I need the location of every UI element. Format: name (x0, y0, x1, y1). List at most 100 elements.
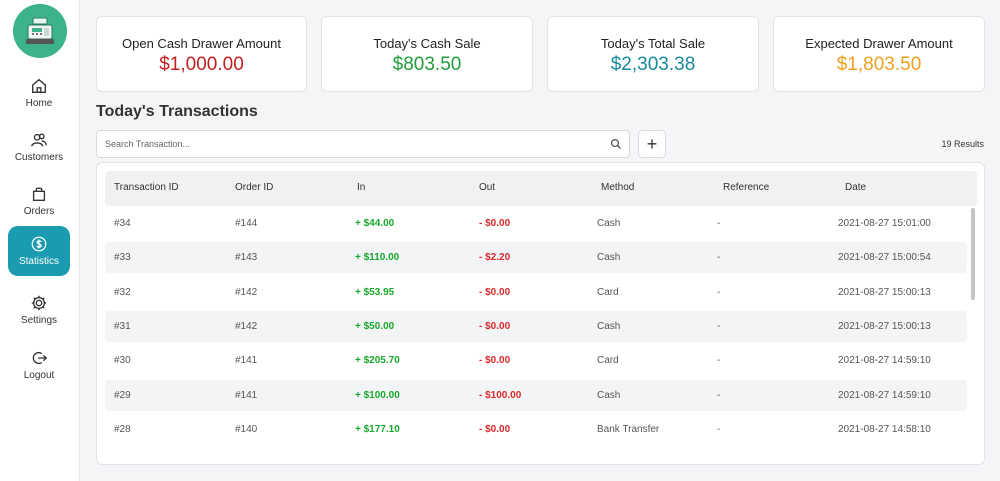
table-row[interactable]: #28 #140 + $177.10 - $0.00 Bank Transfer - 202… (105, 414, 967, 445)
cell-date: 2021-08-27 14:58:10 (838, 423, 931, 435)
cell-transaction-id: #33 (114, 252, 131, 264)
cell-reference: - (717, 423, 721, 435)
card-value: $1,000.00 (159, 54, 244, 75)
cell-method: Bank Transfer (597, 423, 660, 435)
cell-transaction-id: #34 (114, 218, 131, 229)
nav-customers[interactable]: Customers (8, 122, 70, 172)
nav-statistics-label: Statistics (18, 256, 59, 267)
column-header[interactable]: Reference (723, 182, 769, 193)
cell-transaction-id: #28 (114, 423, 131, 435)
cell-order-id: #141 (235, 389, 258, 401)
cell-method: Card (597, 355, 619, 367)
column-header[interactable]: Transaction ID (114, 182, 179, 193)
cell-reference: - (717, 320, 721, 332)
card-value: $1,803.50 (836, 54, 922, 75)
cell-method: Cash (597, 218, 621, 229)
table-row[interactable]: #30 #141 + $205.70 - $0.00 Card - 2021-08-27 1… (105, 345, 967, 376)
cell-out: - $0.00 (479, 423, 511, 435)
sidebar: Home Customers Orders Statistics Setting… (0, 0, 80, 481)
cell-method: Cash (597, 252, 621, 264)
cell-date: 2021-08-27 14:59:10 (838, 389, 931, 401)
cell-date: 2021-08-27 15:00:13 (838, 286, 931, 298)
cell-date: 2021-08-27 14:59:10 (838, 355, 931, 367)
logout-icon (32, 351, 48, 365)
cell-order-id: #141 (235, 355, 258, 367)
cell-in: + $50.00 (355, 320, 395, 332)
page-title: Today's Transactions (96, 103, 258, 120)
nav-home[interactable]: Home (8, 68, 70, 118)
cell-out: - $0.00 (479, 286, 511, 298)
cell-in: + $53.95 (355, 286, 395, 298)
search-placeholder: Search Transaction... (105, 139, 191, 149)
card-value: $803.50 (392, 54, 462, 75)
table-row[interactable]: #29 #141 + $100.00 - $100.00 Cash - 2021-08-27… (105, 379, 967, 411)
cell-reference: - (717, 252, 721, 264)
cell-reference: - (717, 389, 721, 401)
nav-settings[interactable]: Settings (8, 285, 70, 335)
cell-reference: - (717, 355, 721, 367)
nav-statistics[interactable]: Statistics (8, 226, 70, 276)
users-icon (31, 133, 47, 147)
nav-orders[interactable]: Orders (8, 176, 70, 226)
table-row[interactable]: #33 #143 + $110.00 - $2.20 Cash - 2021-08-27 1… (105, 242, 967, 274)
add-transaction-button[interactable]: + (638, 130, 666, 158)
card-title: Today's Cash Sale (373, 36, 481, 51)
table-row[interactable]: #31 #142 + $50.00 - $0.00 Cash - 2021-08-27 15… (105, 310, 967, 342)
cell-out: - $0.00 (479, 355, 511, 367)
cell-in: + $177.10 (355, 423, 400, 435)
cell-transaction-id: #30 (114, 355, 131, 367)
card-cash-sale: Today's Cash Sale $803.50 (321, 16, 533, 92)
card-title: Expected Drawer Amount (805, 36, 953, 51)
scrollbar[interactable] (971, 208, 975, 300)
table-header: Transaction ID Order ID In Out Method Re… (105, 171, 977, 206)
transactions-table: Transaction ID Order ID In Out Method Re… (96, 162, 985, 465)
nav-logout[interactable]: Logout (8, 340, 70, 390)
cash-register-icon[interactable] (13, 4, 67, 58)
cell-in: + $205.70 (355, 355, 400, 367)
cell-transaction-id: #31 (114, 320, 131, 332)
cell-date: 2021-08-27 15:00:13 (838, 320, 931, 332)
cell-order-id: #142 (235, 320, 258, 332)
nav-customers-label: Customers (14, 152, 64, 163)
card-value: $2,303.38 (610, 54, 696, 75)
card-open-drawer: Open Cash Drawer Amount $1,000.00 (96, 16, 307, 92)
cell-order-id: #144 (235, 218, 258, 229)
column-header[interactable]: Out (479, 182, 495, 193)
nav-home-label: Home (25, 98, 53, 109)
cell-order-id: #142 (235, 286, 258, 298)
cell-date: 2021-08-27 15:01:00 (838, 218, 931, 229)
column-header[interactable]: Method (601, 182, 634, 193)
cell-out: - $0.00 (479, 320, 511, 332)
nav-logout-label: Logout (23, 370, 55, 381)
home-icon (32, 78, 46, 93)
cell-transaction-id: #29 (114, 389, 131, 401)
cell-method: Card (597, 286, 619, 298)
cell-in: + $100.00 (355, 389, 400, 401)
column-header[interactable]: In (357, 182, 365, 193)
cell-date: 2021-08-27 15:00:54 (838, 252, 931, 264)
card-total-sale: Today's Total Sale $2,303.38 (547, 16, 759, 92)
nav-orders-label: Orders (23, 206, 55, 217)
search-icon[interactable] (610, 138, 622, 150)
card-expected-drawer: Expected Drawer Amount $1,803.50 (773, 16, 985, 92)
card-title: Open Cash Drawer Amount (122, 36, 281, 51)
column-header[interactable]: Order ID (235, 182, 273, 193)
cell-transaction-id: #32 (114, 286, 131, 298)
cell-in: + $110.00 (355, 252, 400, 264)
column-header[interactable]: Date (845, 182, 866, 193)
cell-method: Cash (597, 320, 621, 332)
search-input[interactable]: Search Transaction... (96, 130, 630, 158)
cell-out: - $0.00 (479, 218, 511, 229)
dollar-icon (31, 236, 47, 252)
cell-method: Cash (597, 389, 621, 401)
cell-out: - $2.20 (479, 252, 511, 264)
card-title: Today's Total Sale (600, 36, 706, 51)
cell-order-id: #140 (235, 423, 258, 435)
cell-in: + $44.00 (355, 218, 395, 229)
table-row[interactable]: #32 #142 + $53.95 - $0.00 Card - 2021-08-27 15… (105, 277, 967, 308)
results-count: 19 Results (941, 139, 984, 149)
table-row[interactable]: #34 #144 + $44.00 - $0.00 Cash - 2021-08-27 15… (105, 208, 967, 239)
bag-icon (32, 187, 46, 201)
cell-out: - $100.00 (479, 389, 522, 401)
gear-icon (31, 295, 47, 311)
